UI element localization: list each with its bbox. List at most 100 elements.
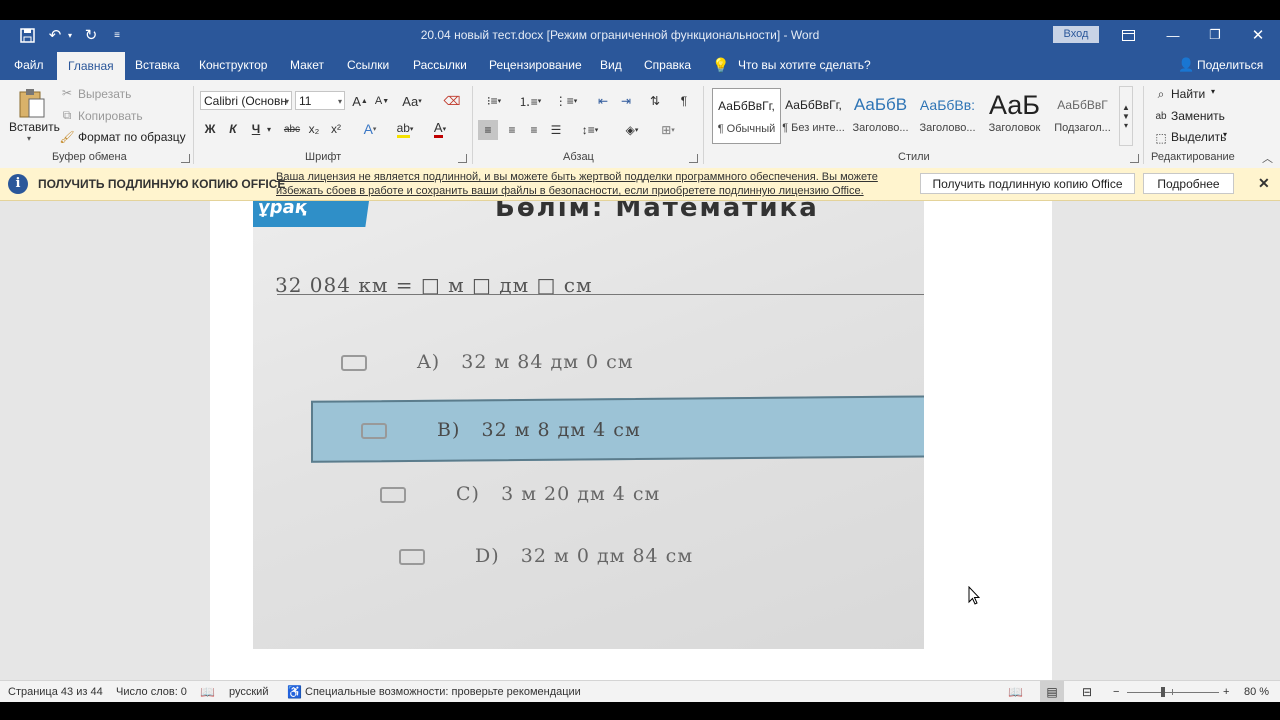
- paste-dropdown-icon[interactable]: ▾: [27, 134, 31, 143]
- signin-button[interactable]: Вход: [1053, 26, 1099, 43]
- proofing-icon[interactable]: 📖: [200, 681, 215, 703]
- tab-insert[interactable]: Вставка: [135, 50, 180, 80]
- align-left-icon[interactable]: ≡: [478, 120, 498, 140]
- read-mode-icon[interactable]: 📖: [1008, 681, 1023, 703]
- paragraph-launcher-icon[interactable]: [689, 154, 698, 163]
- superscript-button[interactable]: x²: [328, 120, 344, 138]
- word-count[interactable]: Число слов: 0: [116, 681, 187, 703]
- styles-launcher-icon[interactable]: [1130, 154, 1139, 163]
- paste-button[interactable]: Вставить: [9, 120, 60, 134]
- find-dropdown-icon[interactable]: ▾: [1211, 87, 1215, 96]
- print-layout-icon[interactable]: ▤: [1040, 681, 1064, 703]
- show-marks-icon[interactable]: ¶: [676, 92, 692, 110]
- increase-indent-icon[interactable]: ⇥: [616, 92, 636, 110]
- font-size-dropdown-icon[interactable]: ▾: [338, 92, 342, 109]
- font-name-dropdown-icon[interactable]: ▾: [285, 92, 289, 109]
- align-right-icon[interactable]: ≡: [524, 120, 544, 140]
- copy-button[interactable]: Копировать: [78, 109, 143, 123]
- change-case-icon[interactable]: Aa ▾: [401, 92, 423, 110]
- decrease-indent-icon[interactable]: ⇤: [593, 92, 613, 110]
- line-spacing-icon[interactable]: ↕≡ ▾: [576, 120, 604, 140]
- share-button[interactable]: Поделиться: [1197, 50, 1263, 80]
- customize-qat-icon[interactable]: ≡: [106, 20, 128, 50]
- style-subtitle[interactable]: АаБбВвГ Подзагол...: [1049, 88, 1116, 142]
- justify-icon[interactable]: ☰: [546, 120, 566, 140]
- bullets-icon[interactable]: ⁝≡ ▾: [479, 92, 509, 110]
- accessibility-status[interactable]: Специальные возможности: проверьте реком…: [305, 681, 581, 703]
- title-bar: ↶ ▾ ↻ ≡ 20.04 новый тест.docx [Режим огр…: [0, 20, 1280, 50]
- style-heading-2[interactable]: АаБбВв: Заголово...: [914, 88, 981, 142]
- style-no-spacing[interactable]: АаБбВвГг, ¶ Без инте...: [780, 88, 847, 142]
- tab-references[interactable]: Ссылки: [347, 50, 389, 80]
- align-center-icon[interactable]: ≡: [502, 120, 522, 140]
- web-layout-icon[interactable]: ⊟: [1082, 681, 1092, 703]
- undo-dropdown-icon[interactable]: ▾: [64, 20, 76, 50]
- font-launcher-icon[interactable]: [458, 154, 467, 163]
- style-title[interactable]: АаБ Заголовок: [981, 88, 1048, 142]
- format-painter-button[interactable]: Формат по образцу: [78, 130, 186, 144]
- italic-button[interactable]: К: [225, 120, 241, 138]
- zoom-out-icon[interactable]: −: [1113, 681, 1119, 703]
- collapse-ribbon-icon[interactable]: ︿: [1262, 150, 1273, 166]
- ribbon-display-options-icon[interactable]: [1108, 20, 1148, 50]
- zoom-slider[interactable]: [1127, 681, 1219, 703]
- option-letter: D): [475, 545, 500, 567]
- strikethrough-button[interactable]: abc: [282, 120, 302, 138]
- tab-help[interactable]: Справка: [644, 50, 691, 80]
- style-heading-1[interactable]: АаБбВ Заголово...: [847, 88, 914, 142]
- numbering-icon[interactable]: ⒈≡ ▾: [515, 92, 545, 110]
- font-color-icon[interactable]: A ▾: [428, 120, 452, 138]
- underline-dropdown-icon[interactable]: ▾: [264, 120, 274, 138]
- font-group-label: Шрифт: [305, 151, 342, 163]
- tab-file[interactable]: Файл: [14, 50, 44, 80]
- style-normal[interactable]: АаБбВвГг, ¶ Обычный: [712, 88, 781, 144]
- styles-scroll-icon[interactable]: ▲ ▼ ▾: [1119, 86, 1133, 146]
- shading-icon[interactable]: ◈ ▾: [618, 120, 646, 140]
- clear-formatting-icon[interactable]: ⌫: [443, 92, 461, 110]
- highlight-icon[interactable]: ab ▾: [393, 120, 417, 138]
- shrink-font-icon[interactable]: A ▼: [374, 92, 390, 110]
- zoom-level[interactable]: 80 %: [1244, 681, 1269, 703]
- paste-icon[interactable]: [14, 86, 50, 120]
- font-size-field[interactable]: 11 ▾: [295, 91, 345, 110]
- save-icon[interactable]: [14, 20, 40, 50]
- text-effects-icon[interactable]: A ▾: [358, 120, 382, 138]
- tab-home[interactable]: Главная: [57, 52, 125, 80]
- sort-icon[interactable]: ⇅: [646, 92, 664, 110]
- learn-more-button[interactable]: Подробнее: [1143, 173, 1234, 194]
- tab-design[interactable]: Конструктор: [199, 50, 267, 80]
- clipboard-launcher-icon[interactable]: [181, 154, 190, 163]
- infobar-message-link[interactable]: Ваша лицензия не является подлинной, и в…: [276, 170, 901, 198]
- multilevel-list-icon[interactable]: ⋮≡ ▾: [551, 92, 581, 110]
- restore-icon[interactable]: ❐: [1195, 20, 1235, 50]
- style-name: Заголовок: [988, 122, 1041, 134]
- group-separator: [1143, 86, 1144, 164]
- select-button[interactable]: Выделить: [1171, 130, 1226, 144]
- tab-mailings[interactable]: Рассылки: [413, 50, 467, 80]
- select-dropdown-icon[interactable]: ▾: [1223, 130, 1227, 139]
- borders-icon[interactable]: ⊞ ▾: [654, 120, 682, 140]
- minimize-icon[interactable]: —: [1153, 20, 1193, 50]
- replace-button[interactable]: Заменить: [1171, 109, 1225, 123]
- underline-button[interactable]: Ч: [248, 120, 264, 138]
- close-icon[interactable]: ✕: [1238, 20, 1278, 50]
- subscript-button[interactable]: x₂: [306, 120, 322, 138]
- find-button[interactable]: Найти: [1171, 87, 1205, 101]
- embedded-photo[interactable]: ұрақ Бөлім: Математика 32 084 км = □ м □…: [253, 201, 924, 649]
- grow-font-icon[interactable]: A ▲: [352, 92, 368, 110]
- bold-button[interactable]: Ж: [202, 120, 218, 138]
- get-genuine-office-button[interactable]: Получить подлинную копию Office: [920, 173, 1135, 194]
- close-infobar-icon[interactable]: ✕: [1258, 175, 1270, 192]
- style-sample: АаБбВвГг,: [718, 99, 775, 113]
- tab-review[interactable]: Рецензирование: [489, 50, 582, 80]
- redo-icon[interactable]: ↻: [78, 20, 104, 50]
- font-name-field[interactable]: Calibri (Основн ▾: [200, 91, 292, 110]
- tab-view[interactable]: Вид: [600, 50, 622, 80]
- tab-layout[interactable]: Макет: [290, 50, 324, 80]
- cut-button[interactable]: Вырезать: [78, 87, 131, 101]
- option-letter: B): [437, 419, 461, 441]
- zoom-in-icon[interactable]: +: [1223, 681, 1229, 703]
- page-count[interactable]: Страница 43 из 44: [8, 681, 103, 703]
- language-indicator[interactable]: русский: [229, 681, 268, 703]
- tell-me-input[interactable]: Что вы хотите сделать?: [738, 50, 871, 80]
